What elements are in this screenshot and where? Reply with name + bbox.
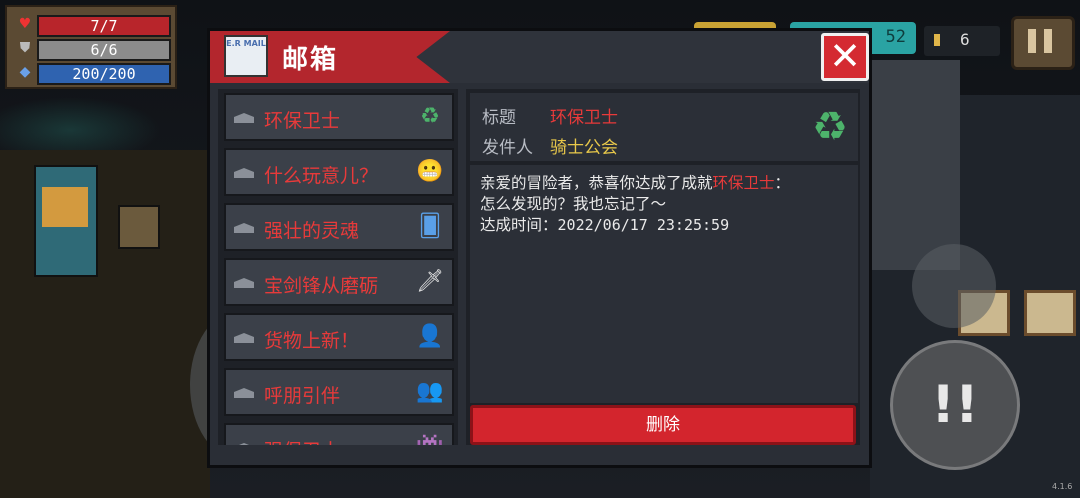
envelope-icon [234, 168, 254, 178]
hp-bar: 7/7 [37, 15, 171, 37]
mail-item[interactable]: 强保卫士 👾 [224, 423, 454, 445]
shield-icon: ⛊ [19, 40, 31, 56]
vending-machine [34, 165, 98, 277]
close-button[interactable]: ✕ [821, 33, 869, 81]
status-hud: ♥ 7/7 ⛊ 6/6 ◆ 200/200 [5, 5, 177, 89]
mail-item[interactable]: 强壮的灵魂 🂠 [224, 203, 454, 251]
merchant-icon: 👤 [416, 324, 444, 349]
mail-meta: 标题 环保卫士 发件人 骑士公会 ♻ [470, 93, 858, 161]
envelope-icon [234, 443, 254, 445]
mail-detail: 标题 环保卫士 发件人 骑士公会 ♻ 亲爱的冒险者，恭喜你达成了成就环保卫士： … [466, 89, 860, 445]
envelope-icon [234, 278, 254, 288]
mail-item[interactable]: 环保卫士 ♻ [224, 93, 454, 141]
mail-item-label: 宝剑锋从磨砺 [264, 275, 379, 297]
sword-icon: 🗡 [416, 269, 444, 294]
achievement-name: 环保卫士 [712, 174, 775, 192]
armor-bar: 6/6 [37, 39, 171, 61]
envelope-icon [234, 113, 254, 123]
skill-icon: !! [931, 375, 979, 435]
delete-button[interactable]: 删除 [470, 405, 856, 445]
wall-frame [1024, 290, 1076, 336]
recycle-icon: ♻ [812, 104, 848, 150]
body-line-2: 怎么发现的？我也忘记了～ [480, 195, 667, 213]
achievement-date: 2022/06/17 23:25:59 [557, 216, 730, 234]
mail-item[interactable]: 货物上新！ 👤 [224, 313, 454, 361]
mail-item-label: 货物上新！ [264, 330, 360, 352]
mail-item[interactable]: 呼朋引伴 👥 [224, 368, 454, 416]
mailbox-header: E.R MAIL 邮箱 ✕ [210, 31, 869, 83]
heart-icon: ♥ [18, 16, 32, 32]
sender-label: 发件人 [482, 138, 533, 158]
envelope-icon [234, 388, 254, 398]
body-line-1: 亲爱的冒险者，恭喜你达成了成就环保卫士： [480, 174, 791, 192]
mail-item[interactable]: 宝剑锋从磨砺 🗡 [224, 258, 454, 306]
envelope-icon [234, 223, 254, 233]
subject-value: 环保卫士 [550, 108, 618, 128]
material-counter: 52 [885, 27, 906, 47]
mail-item-label: 强保卫士 [264, 436, 426, 445]
mail-body: 亲爱的冒险者，恭喜你达成了成就环保卫士： 怎么发现的？我也忘记了～ 达成时间：2… [470, 165, 858, 403]
coin-value: 6 [960, 30, 970, 49]
mailbox-panel: E.R MAIL 邮箱 ✕ 环保卫士 ♻ 什么玩意儿？ 😬 强壮的灵魂 🂠 宝剑… [207, 28, 872, 468]
recycle-icon: ♻ [420, 104, 440, 129]
coin-counter: 6 [924, 26, 1000, 56]
face-icon: 😬 [416, 159, 444, 184]
mail-item-label: 呼朋引伴 [264, 385, 341, 407]
weapon-swap-button[interactable] [912, 244, 996, 328]
card-icon: 🂠 [418, 214, 442, 239]
pause-icon [1028, 29, 1036, 53]
coin-icon [934, 34, 940, 46]
party-icon: 👥 [416, 379, 444, 404]
skill-button[interactable]: !! [890, 340, 1020, 470]
mail-item-label: 什么玩意儿？ [264, 165, 379, 187]
mail-item-label: 环保卫士 [264, 110, 341, 132]
sender-value: 骑士公会 [550, 138, 618, 158]
mail-item-label: 强壮的灵魂 [264, 220, 360, 242]
mail-icon: E.R MAIL [224, 35, 268, 77]
mail-list[interactable]: 环保卫士 ♻ 什么玩意儿？ 😬 强壮的灵魂 🂠 宝剑锋从磨砺 🗡 货物上新！ 👤… [218, 89, 458, 445]
subject-label: 标题 [482, 108, 516, 128]
chest [118, 205, 160, 249]
creature-icon: 👾 [414, 431, 446, 445]
energy-bar: 200/200 [37, 63, 171, 85]
floor-left [0, 150, 210, 498]
mail-item[interactable]: 什么玩意儿？ 😬 [224, 148, 454, 196]
pause-button[interactable] [1011, 16, 1075, 70]
diamond-icon: ◆ [19, 64, 31, 80]
version-label: 4.1.6 [1052, 482, 1073, 491]
body-line-3: 达成时间：2022/06/17 23:25:59 [480, 216, 730, 234]
mailbox-title: 邮箱 [282, 45, 339, 75]
wall-right [870, 60, 960, 270]
envelope-icon [234, 333, 254, 343]
